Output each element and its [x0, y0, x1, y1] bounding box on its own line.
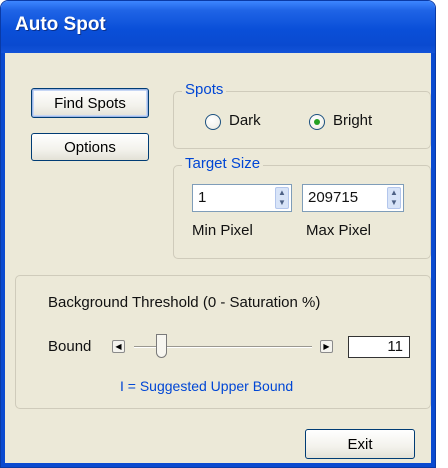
bound-value-field[interactable]: 11	[348, 336, 410, 358]
window-frame-bottom	[1, 463, 435, 467]
min-pixel-caption: Min Pixel	[192, 222, 253, 239]
max-pixel-spinner[interactable]: 209715 ▲ ▼	[302, 184, 404, 212]
up-arrow-icon[interactable]: ▲	[278, 189, 286, 197]
suggested-bound-hint: I = Suggested Upper Bound	[120, 378, 294, 394]
bound-label: Bound	[48, 338, 92, 355]
auto-spot-window: Auto Spot Find Spots Options Spots Dark …	[0, 0, 436, 468]
spots-legend: Spots	[182, 81, 227, 98]
threshold-label: Background Threshold (0 - Saturation %)	[48, 294, 321, 311]
exit-button[interactable]: Exit	[305, 429, 415, 459]
bright-radio[interactable]	[309, 114, 325, 130]
down-arrow-icon[interactable]: ▼	[278, 199, 286, 207]
max-pixel-value[interactable]: 209715	[308, 189, 358, 206]
radio-selected-dot	[314, 119, 320, 125]
max-pixel-spin-buttons[interactable]: ▲ ▼	[387, 187, 401, 209]
target-size-group: Target Size 1 ▲ ▼ Min Pixel 209715 ▲ ▼ M…	[173, 155, 431, 259]
window-title: Auto Spot	[15, 14, 106, 35]
left-arrow-icon[interactable]: ◀	[112, 340, 125, 353]
window-frame-right	[431, 53, 435, 467]
min-pixel-spin-buttons[interactable]: ▲ ▼	[275, 187, 289, 209]
dark-radio[interactable]	[205, 114, 221, 130]
min-pixel-spinner[interactable]: 1 ▲ ▼	[192, 184, 292, 212]
target-size-legend: Target Size	[182, 155, 264, 172]
slider-thumb[interactable]	[156, 334, 167, 358]
find-spots-button[interactable]: Find Spots	[31, 88, 149, 118]
spots-group: Spots Dark Bright	[173, 81, 431, 149]
down-arrow-icon[interactable]: ▼	[390, 199, 398, 207]
threshold-group: Background Threshold (0 - Saturation %) …	[15, 275, 431, 409]
up-arrow-icon[interactable]: ▲	[390, 189, 398, 197]
title-bar[interactable]: Auto Spot	[1, 1, 435, 53]
min-pixel-value[interactable]: 1	[198, 189, 206, 206]
dialog-body: Find Spots Options Spots Dark Bright Tar…	[5, 53, 431, 463]
max-pixel-caption: Max Pixel	[306, 222, 372, 239]
right-arrow-icon[interactable]: ▶	[320, 340, 333, 353]
options-button[interactable]: Options	[31, 133, 149, 161]
dark-radio-label[interactable]: Dark	[229, 112, 261, 129]
bright-radio-label[interactable]: Bright	[333, 112, 372, 129]
